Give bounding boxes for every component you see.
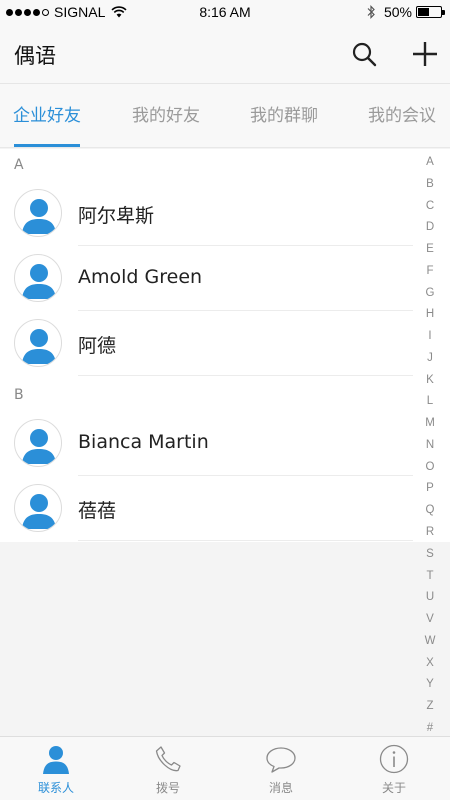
index-letter[interactable]: M: [425, 416, 435, 430]
battery-fill: [418, 8, 429, 16]
contact-name: Amold Green: [78, 266, 203, 288]
plus-icon[interactable]: [410, 39, 440, 69]
section-header-a: A: [0, 149, 413, 181]
search-icon[interactable]: [350, 40, 378, 68]
person-icon: [22, 329, 56, 364]
index-letter[interactable]: H: [426, 307, 434, 321]
status-bar: SIGNAL 8:16 AM 50%: [0, 0, 450, 26]
index-letter[interactable]: F: [426, 264, 433, 278]
index-letter[interactable]: P: [426, 481, 434, 495]
contacts-icon: [43, 746, 69, 774]
index-letter[interactable]: U: [426, 590, 434, 604]
avatar: [14, 484, 62, 532]
nav-contacts-label: 联系人: [37, 781, 74, 795]
avatar: [14, 254, 62, 302]
contact-name: 阿尔卑斯: [78, 205, 155, 227]
nav-dial[interactable]: 拨号: [112, 737, 224, 800]
contact-name: 蓓蓓: [78, 500, 117, 522]
alphabet-index[interactable]: A B C D E F G H I J K L M N O P Q R S T U V W X Y Z #: [413, 155, 447, 735]
battery-percent: 50%: [383, 4, 412, 20]
index-letter[interactable]: E: [426, 242, 434, 256]
index-letter[interactable]: L: [427, 394, 433, 408]
index-letter[interactable]: N: [426, 438, 434, 452]
contact-tabs: 企业好友 我的好友 我的群聊 我的会议: [0, 84, 450, 148]
index-letter[interactable]: K: [426, 373, 434, 387]
contact-name: 阿德: [78, 335, 117, 357]
person-icon: [22, 429, 56, 464]
nav-dial-label: 拨号: [155, 781, 180, 795]
section-header-b: B: [0, 379, 413, 411]
index-letter[interactable]: Q: [426, 503, 435, 517]
tab-enterprise-friends[interactable]: 企业好友: [0, 84, 94, 148]
contact-item[interactable]: Amold Green: [0, 246, 413, 311]
tab-my-groups[interactable]: 我的群聊: [236, 84, 332, 148]
person-icon: [22, 264, 56, 299]
person-icon: [22, 494, 56, 529]
index-letter[interactable]: V: [426, 612, 434, 626]
divider: [78, 540, 413, 541]
index-letter[interactable]: C: [426, 199, 434, 213]
divider: [78, 375, 413, 376]
app-header: 偶语: [0, 26, 450, 84]
phone-icon: [155, 746, 181, 772]
bottom-nav: 联系人 拨号 消息 关于: [0, 736, 450, 800]
tab-my-meetings[interactable]: 我的会议: [354, 84, 450, 148]
contact-item[interactable]: 蓓蓓: [0, 476, 413, 541]
contact-item[interactable]: 阿德: [0, 311, 413, 376]
index-letter[interactable]: Y: [426, 677, 434, 691]
bluetooth-icon: [367, 5, 375, 19]
index-letter[interactable]: T: [426, 569, 433, 583]
contact-item[interactable]: 阿尔卑斯: [0, 181, 413, 246]
index-letter[interactable]: A: [426, 155, 434, 169]
active-tab-indicator: [14, 144, 80, 147]
index-letter[interactable]: O: [426, 460, 435, 474]
index-letter[interactable]: R: [426, 525, 434, 539]
nav-contacts[interactable]: 联系人: [0, 737, 112, 800]
battery-area: 50%: [366, 4, 445, 20]
contact-name: Bianca Martin: [78, 431, 209, 453]
contact-item[interactable]: Bianca Martin: [0, 411, 413, 476]
index-letter[interactable]: D: [426, 220, 434, 234]
index-letter[interactable]: I: [428, 329, 431, 343]
index-letter[interactable]: J: [427, 351, 433, 365]
avatar: [14, 419, 62, 467]
nav-messages[interactable]: 消息: [225, 737, 337, 800]
avatar: [14, 189, 62, 237]
battery-icon: [416, 6, 445, 18]
contact-list: A 阿尔卑斯 Amold Green 阿德 B Bianca Martin 蓓蓓: [0, 149, 450, 542]
index-letter[interactable]: X: [426, 656, 434, 670]
info-icon: [379, 744, 409, 774]
index-letter[interactable]: #: [427, 721, 433, 735]
message-icon: [266, 747, 296, 773]
index-letter[interactable]: B: [426, 177, 434, 191]
app-title: 偶语: [14, 44, 56, 68]
index-letter[interactable]: S: [426, 547, 434, 561]
person-icon: [22, 199, 56, 234]
nav-about[interactable]: 关于: [338, 737, 450, 800]
avatar: [14, 319, 62, 367]
index-letter[interactable]: Z: [426, 699, 433, 713]
nav-about-label: 关于: [381, 781, 406, 795]
index-letter[interactable]: G: [426, 286, 435, 300]
nav-messages-label: 消息: [268, 781, 293, 795]
tab-my-friends[interactable]: 我的好友: [118, 84, 214, 148]
index-letter[interactable]: W: [425, 634, 436, 648]
